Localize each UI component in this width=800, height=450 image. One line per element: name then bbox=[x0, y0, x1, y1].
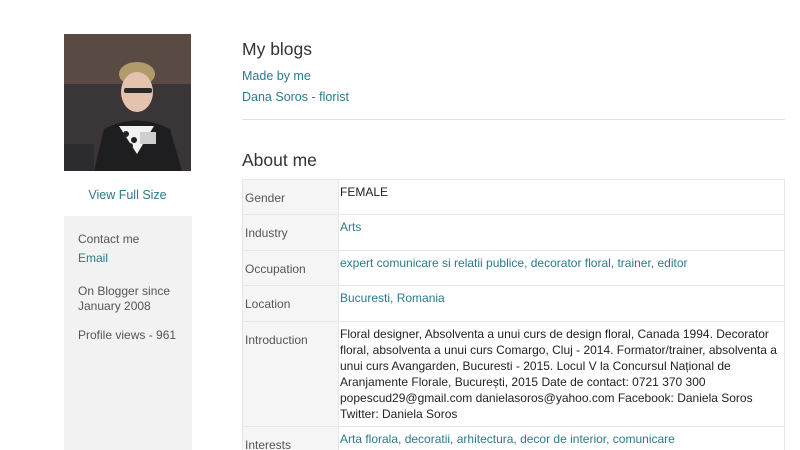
blogger-since: On Blogger since January 2008 bbox=[78, 284, 178, 314]
interests-link[interactable]: Arta florala, decoratii, arhitectura, de… bbox=[340, 432, 675, 446]
blog-link-made-by-me[interactable]: Made by me bbox=[242, 69, 311, 83]
about-me-title: About me bbox=[242, 150, 317, 170]
my-blogs-title: My blogs bbox=[242, 39, 313, 59]
location-link[interactable]: Bucuresti, Romania bbox=[340, 291, 445, 305]
email-link[interactable]: Email bbox=[78, 251, 108, 265]
industry-key: Industry bbox=[242, 214, 339, 251]
view-full-size-link[interactable]: View Full Size bbox=[64, 188, 191, 202]
table-row: Gender FEMALE bbox=[242, 179, 785, 215]
industry-link[interactable]: Arts bbox=[340, 220, 361, 234]
profile-photo[interactable] bbox=[64, 34, 191, 171]
table-row: Occupation expert comunicare si relatii … bbox=[242, 250, 785, 286]
about-table: Gender FEMALE Industry Arts Occupation e… bbox=[242, 179, 785, 450]
table-row: Introduction Floral designer, Absolventa… bbox=[242, 321, 785, 427]
table-row: Interests Arta florala, decoratii, arhit… bbox=[242, 426, 785, 450]
occupation-link[interactable]: expert comunicare si relatii publice, de… bbox=[340, 256, 688, 270]
gender-value: FEMALE bbox=[338, 179, 785, 215]
introduction-value: Floral designer, Absolventa a unui curs … bbox=[338, 321, 785, 427]
blog-link-dana-soros[interactable]: Dana Soros - florist bbox=[242, 90, 349, 104]
section-divider bbox=[242, 119, 785, 120]
location-key: Location bbox=[242, 285, 339, 322]
interests-key: Interests bbox=[242, 426, 339, 450]
contact-label: Contact me bbox=[78, 232, 140, 246]
profile-views: Profile views - 961 bbox=[78, 328, 177, 342]
table-row: Location Bucuresti, Romania bbox=[242, 285, 785, 322]
profile-sidebar: Contact me Email On Blogger since Januar… bbox=[64, 216, 192, 450]
introduction-key: Introduction bbox=[242, 321, 339, 427]
occupation-key: Occupation bbox=[242, 250, 339, 286]
table-row: Industry Arts bbox=[242, 214, 785, 251]
blogger-since-line2: January 2008 bbox=[78, 299, 151, 313]
profile-photo-image bbox=[64, 34, 191, 171]
gender-key: Gender bbox=[242, 179, 339, 215]
blogger-since-line1: On Blogger since bbox=[78, 284, 171, 298]
